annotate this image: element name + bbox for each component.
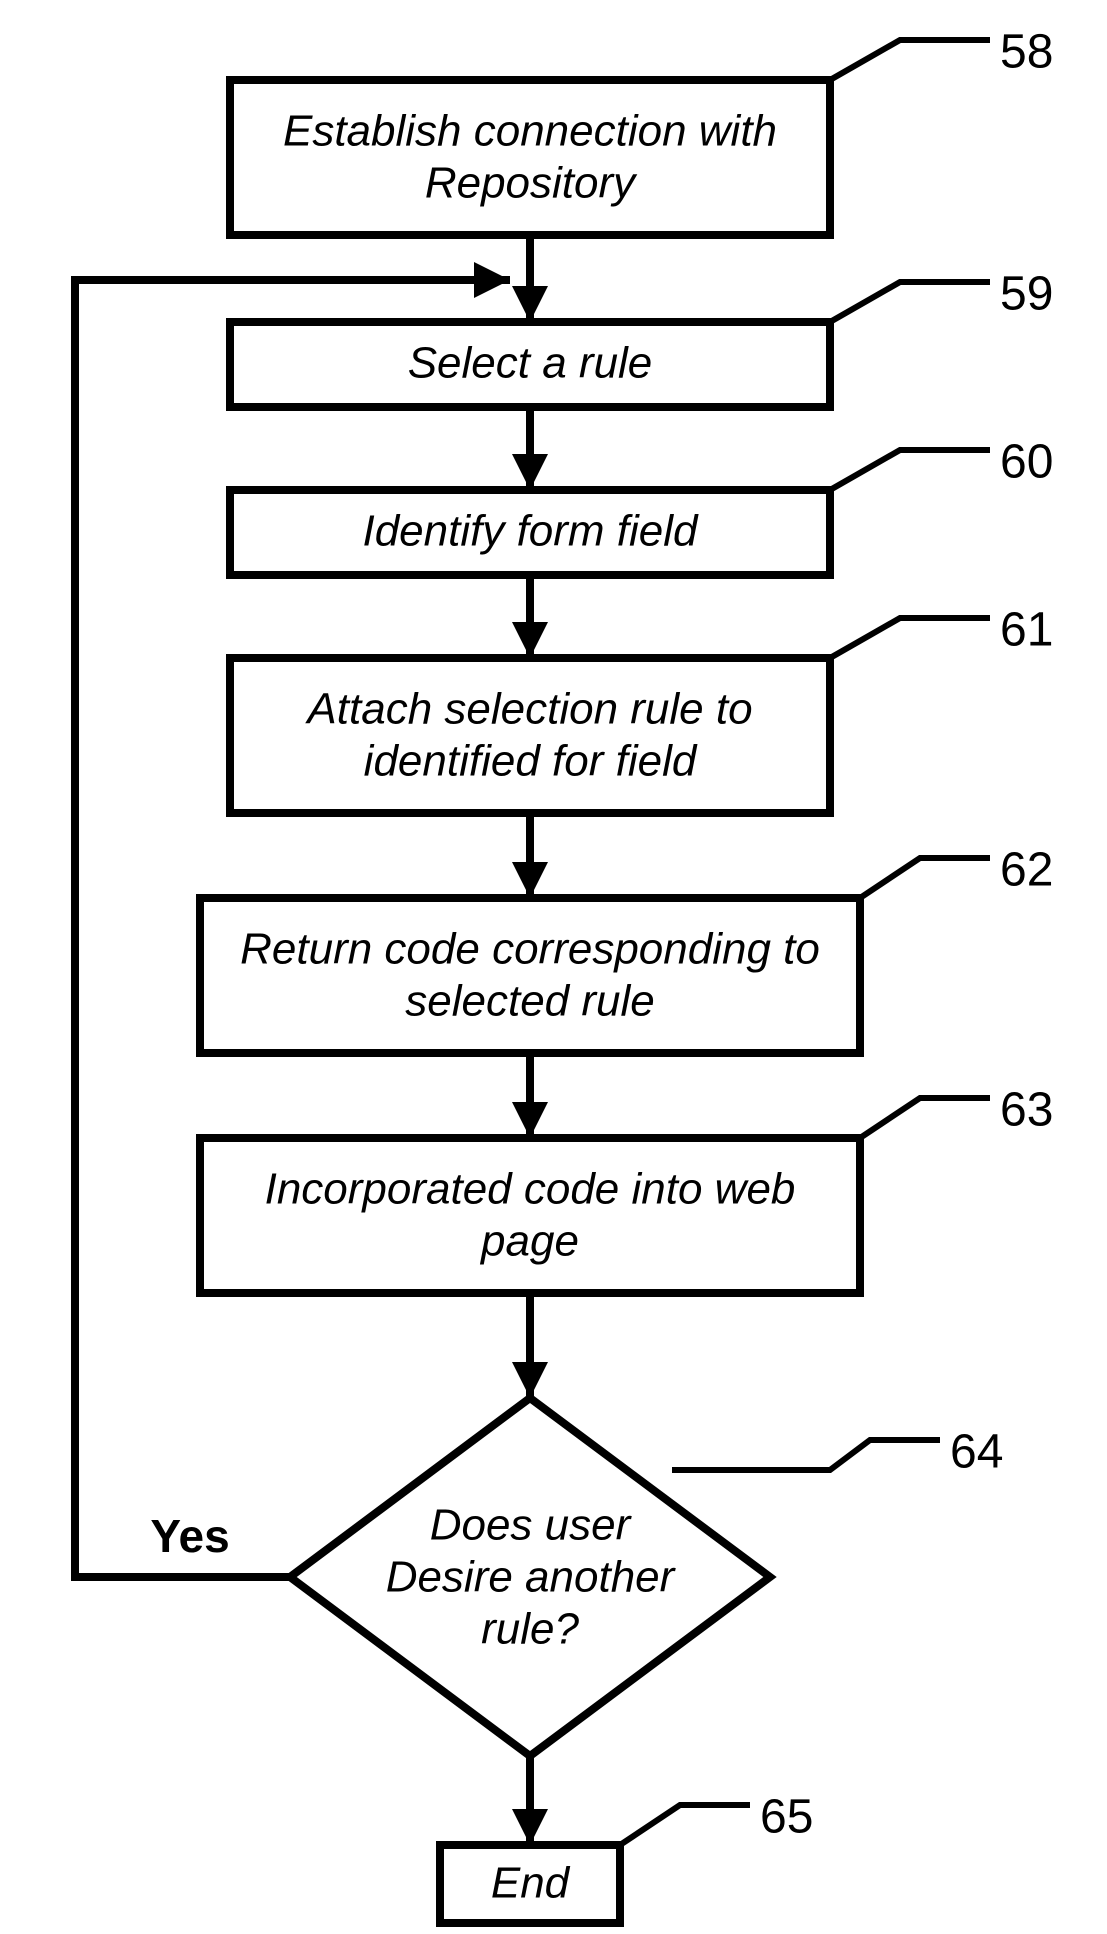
arrow-64-65-head (512, 1809, 548, 1845)
callout-63 (860, 1098, 990, 1138)
label-59: 59 (1000, 268, 1053, 321)
arrow-58-59-head (512, 286, 548, 322)
arrow-62-63-head (512, 1102, 548, 1138)
node-64-line2: Desire another (386, 1553, 677, 1602)
label-63: 63 (1000, 1084, 1053, 1137)
node-63-line1: Incorporated code into web (265, 1165, 796, 1214)
node-61-box (230, 658, 830, 813)
node-62-box (200, 898, 860, 1053)
arrow-64-59-yes-head (474, 262, 510, 298)
node-63-box (200, 1138, 860, 1293)
flowchart-diagram: Yes Establish connection with Repository… (0, 0, 1107, 1934)
callout-59 (830, 282, 990, 322)
label-61: 61 (1000, 604, 1053, 657)
label-64: 64 (950, 1426, 1003, 1479)
callout-65 (620, 1805, 750, 1845)
callout-60 (830, 450, 990, 490)
callout-64 (672, 1440, 940, 1470)
arrow-59-60-head (512, 454, 548, 490)
callout-58 (830, 40, 990, 80)
node-63-line2: page (479, 1217, 579, 1266)
node-61-line2: identified for field (364, 737, 698, 786)
node-58-line2: Repository (425, 159, 638, 208)
node-62-line2: selected rule (405, 977, 654, 1026)
node-64-line3: rule? (481, 1605, 579, 1654)
node-59-line1: Select a rule (408, 339, 653, 388)
arrow-60-61-head (512, 622, 548, 658)
node-64-line1: Does user (430, 1501, 633, 1550)
edge-label-yes: Yes (150, 1510, 229, 1562)
callout-62 (860, 858, 990, 898)
callout-61 (830, 618, 990, 658)
arrow-61-62-head (512, 862, 548, 898)
node-58-box (230, 80, 830, 235)
label-60: 60 (1000, 436, 1053, 489)
arrow-63-64-head (512, 1362, 548, 1398)
node-65-line1: End (491, 1859, 571, 1908)
label-58: 58 (1000, 26, 1053, 79)
label-65: 65 (760, 1791, 813, 1844)
node-62-line1: Return code corresponding to (240, 925, 820, 974)
node-61-line1: Attach selection rule to (304, 685, 752, 734)
node-60-line1: Identify form field (362, 507, 699, 556)
label-62: 62 (1000, 844, 1053, 897)
node-58-line1: Establish connection with (283, 107, 777, 156)
